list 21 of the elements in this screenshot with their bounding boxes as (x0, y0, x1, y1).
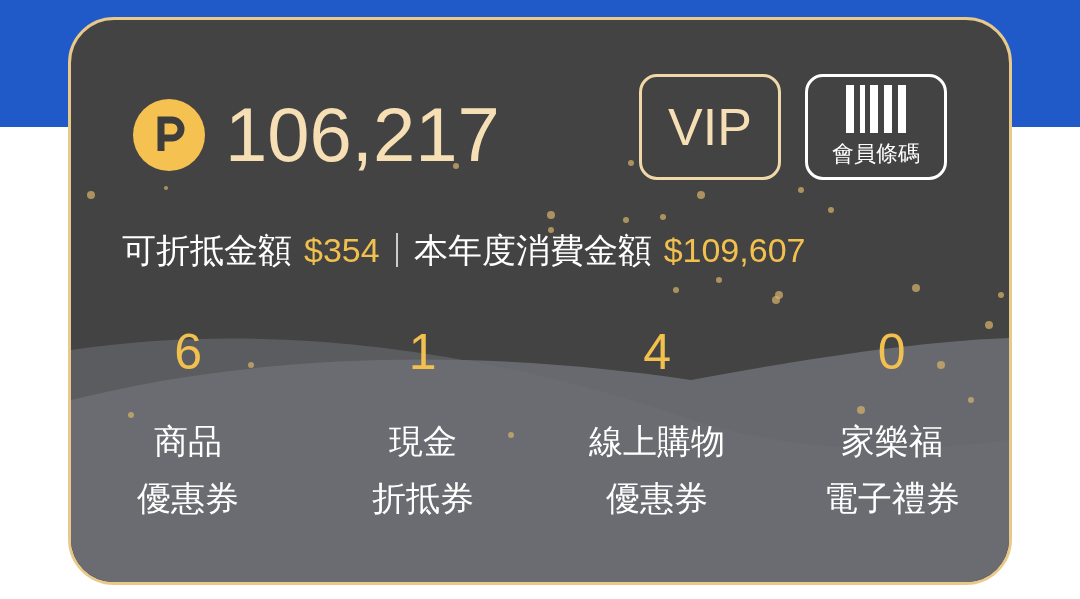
coupon-count[interactable]: 1 (408, 323, 437, 381)
amount-value: $354 (304, 230, 380, 271)
coupon-label: 電子禮券 (823, 478, 960, 519)
coupon-count[interactable]: 6 (174, 323, 203, 381)
barcode-button[interactable]: 會員條碼 (805, 74, 947, 180)
points-value: 106,217 (225, 91, 500, 179)
coupon-label: 商品 (154, 421, 223, 462)
barcode-icon (846, 85, 906, 133)
coupon-count[interactable]: 4 (643, 323, 672, 381)
coupon-label: 優惠券 (137, 478, 240, 519)
amount-value: $109,607 (663, 230, 806, 271)
coupon-label: 現金 (388, 421, 457, 462)
amount-label: 可折抵金額 (122, 230, 292, 271)
coupon-label: 折抵券 (371, 478, 474, 519)
coupon-label: 優惠券 (606, 478, 709, 519)
coupon-count[interactable]: 0 (877, 323, 906, 381)
coin-icon (133, 99, 205, 171)
amount-label: 本年度消費金額 (413, 230, 652, 271)
coupon-label: 家樂福 (840, 421, 943, 462)
coupon-label: 線上購物 (589, 421, 726, 462)
vip-button[interactable]: VIP (639, 74, 781, 180)
